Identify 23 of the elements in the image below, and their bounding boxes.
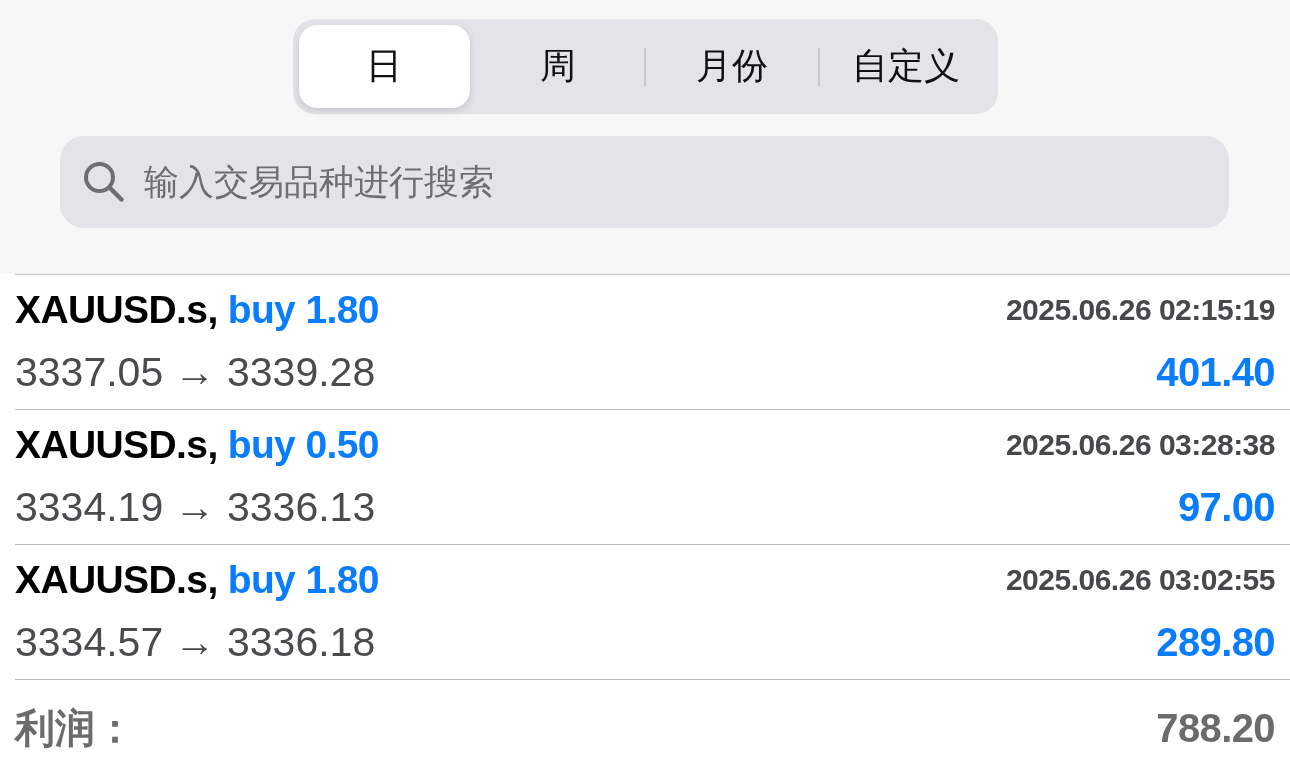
search-icon — [83, 161, 124, 202]
symbol-text: XAUUSD.s, — [15, 557, 218, 602]
segment-tab[interactable]: 自定义 — [819, 25, 992, 108]
segment-tab[interactable]: 日 — [298, 25, 471, 108]
time-text: 2025.06.26 03:28:38 — [1005, 427, 1275, 462]
profit-text: 97.00 — [1177, 484, 1275, 530]
symbol-text: XAUUSD.s, — [15, 287, 218, 332]
order-text: buy 0.50 — [227, 422, 379, 467]
symbol-text: XAUUSD.s, — [15, 422, 218, 467]
segment-tab[interactable]: 周 — [472, 25, 644, 108]
price-text: 3334.19 → 3336.13 — [15, 483, 376, 531]
order-text: buy 1.80 — [227, 557, 379, 602]
price-text: 3334.57 → 3336.18 — [15, 618, 376, 666]
total-label: 利润： — [15, 705, 135, 752]
time-text: 2025.06.26 02:15:19 — [1005, 292, 1275, 327]
search-field[interactable]: 输入交易品种进行搜索 — [60, 136, 1229, 228]
price-text: 3337.05 → 3339.28 — [15, 348, 376, 396]
profit-text: 289.80 — [1156, 619, 1275, 665]
order-text: buy 1.80 — [227, 287, 379, 332]
profit-text: 401.40 — [1156, 349, 1275, 395]
total-value: 788.20 — [1156, 705, 1275, 752]
time-text: 2025.06.26 03:02:55 — [1005, 562, 1275, 597]
segment-tab[interactable]: 月份 — [646, 25, 818, 108]
